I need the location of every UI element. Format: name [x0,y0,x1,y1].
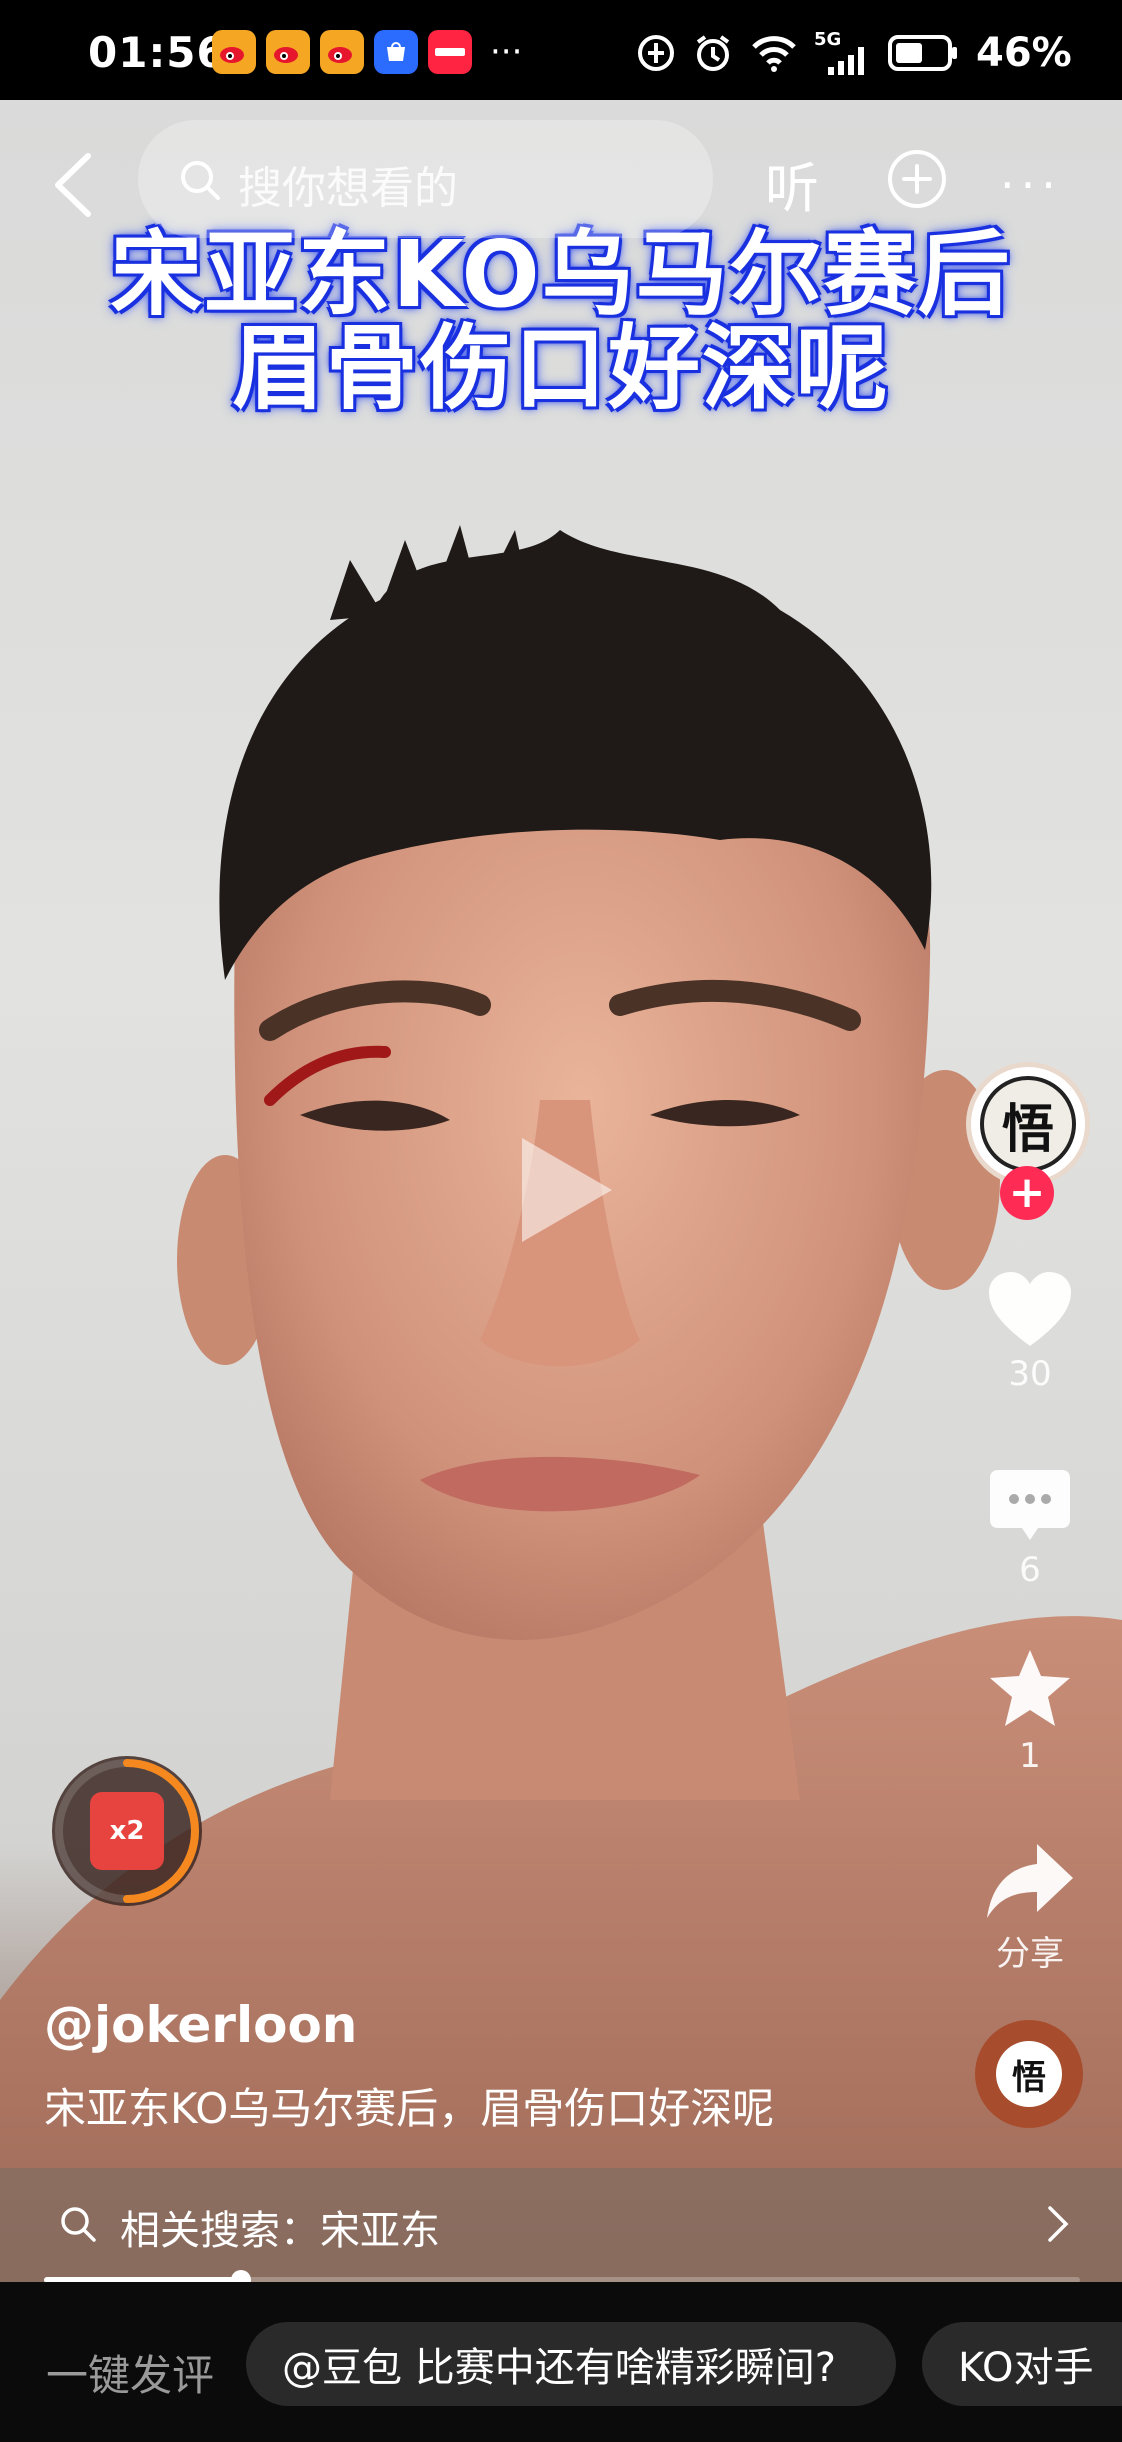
search-icon [181,161,220,200]
play-icon[interactable] [512,1130,622,1250]
related-search-bar[interactable]: 相关搜索：宋亚东 [0,2168,1122,2282]
like-button[interactable]: 30 [960,1270,1100,1394]
star-icon [990,1650,1070,1726]
comment-icon [990,1470,1070,1540]
add-circle-icon[interactable] [886,148,948,210]
heart-icon [989,1272,1071,1346]
weibo-icon [320,30,364,74]
xiaohongshu-icon [428,30,472,74]
app-market-icon [374,30,418,74]
redpacket-envelope-icon: x2 [90,1792,164,1870]
more-options-button[interactable]: ··· [1000,158,1062,212]
quick-comment-button[interactable]: 一键发评 [46,2342,214,2403]
comment-count: 6 [1019,1550,1041,1590]
suggestion-chip-label: @豆包 比赛中还有啥精彩瞬间? [282,2345,836,2391]
related-search-text: 相关搜索：宋亚东 [120,2208,440,2254]
search-box[interactable]: 搜你想看的 [138,120,713,238]
share-button[interactable]: 分享 [960,1840,1100,1975]
system-icons: 5G 46% [636,29,1072,76]
back-arrow-icon[interactable] [50,150,94,220]
redpacket-widget[interactable]: x2 [52,1756,202,1906]
search-icon [61,2207,96,2242]
alarm-icon [696,35,730,71]
listen-button[interactable]: 听 [765,144,819,223]
cellular-signal-icon: 5G [814,29,872,75]
video-player[interactable]: 宋亚东KO乌马尔赛后 眉骨伤口好深呢 [0,100,1122,2282]
suggestion-chip[interactable]: @豆包 比赛中还有啥精彩瞬间? [246,2322,896,2406]
battery-percent: 46% [976,30,1072,76]
favorite-button[interactable]: 1 [960,1646,1100,1776]
bottom-comment-bar: 一键发评 @豆包 比赛中还有啥精彩瞬间? KO对手 [0,2282,1122,2442]
weibo-icon [212,30,256,74]
suggestion-chip-label: KO对手 [958,2345,1094,2391]
chevron-right-icon [1048,2206,1069,2242]
favorite-count: 1 [1019,1736,1041,1776]
data-saver-icon [638,35,674,71]
suggestion-chip[interactable]: KO对手 [922,2322,1122,2406]
search-placeholder: 搜你想看的 [238,163,458,214]
weibo-icon [266,30,310,74]
top-navigation: 搜你想看的 听 ··· [0,100,1122,260]
battery-icon [888,35,957,71]
video-caption-line2: 眉骨伤口好深呢 [231,315,890,422]
status-bar: 01:56 ··· 5G 46% [0,0,1122,100]
music-disc[interactable]: 悟 [975,2020,1083,2128]
music-disc-glyph: 悟 [996,2041,1062,2107]
like-count: 30 [1008,1354,1052,1394]
more-notifications-icon: ··· [490,32,523,72]
comment-button[interactable]: 6 [960,1466,1100,1590]
video-description: 宋亚东KO乌马尔赛后，眉骨伤口好深呢 [44,2084,775,2133]
wifi-icon [752,36,796,72]
status-time: 01:56 [88,28,227,77]
author-username[interactable]: @jokerloon [44,1996,357,2054]
share-label: 分享 [996,1934,1064,1974]
notification-app-icons: ··· [212,30,522,74]
avatar-glyph: 悟 [980,1076,1076,1172]
follow-button[interactable]: + [1000,1166,1054,1220]
redpacket-multiplier: x2 [109,1816,145,1846]
share-arrow-icon [987,1844,1073,1918]
